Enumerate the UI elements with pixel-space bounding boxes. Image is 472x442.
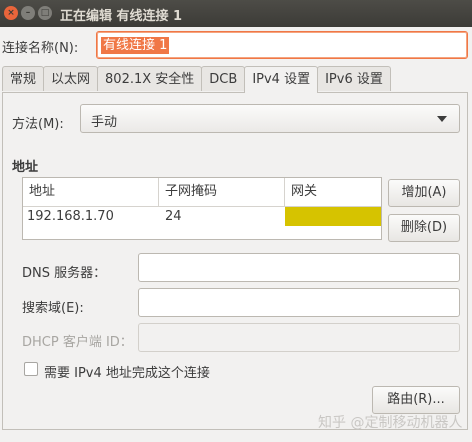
window-title: 正在编辑 有线连接 1 — [60, 9, 183, 24]
minimize-icon[interactable]: – — [21, 6, 35, 20]
window-titlebar: × – □ 正在编辑 有线连接 1 — [0, 0, 472, 27]
dhcp-client-id-input — [138, 323, 460, 352]
address-heading: 地址 — [12, 160, 39, 175]
delete-address-button[interactable]: 删除(D) — [388, 214, 460, 242]
maximize-icon[interactable]: □ — [38, 6, 52, 20]
cell-netmask[interactable]: 24 — [161, 207, 285, 226]
tab-8021x-security[interactable]: 802.1X 安全性 — [97, 66, 203, 91]
column-header-gateway[interactable]: 网关 — [285, 178, 381, 206]
tab-general[interactable]: 常规 — [2, 66, 45, 91]
address-table-header: 地址 子网掩码 网关 — [23, 178, 381, 207]
routes-button[interactable]: 路由(R)... — [372, 386, 460, 414]
connection-name-label: 连接名称(N): — [2, 41, 79, 56]
column-header-netmask[interactable]: 子网掩码 — [159, 178, 285, 206]
dns-servers-label: DNS 服务器： — [22, 266, 107, 281]
search-domains-input[interactable] — [138, 288, 460, 317]
require-ipv4-label[interactable]: 需要 IPv4 地址完成这个连接 — [44, 362, 210, 381]
add-address-button[interactable]: 增加(A) — [388, 179, 460, 207]
tab-ipv6-settings[interactable]: IPv6 设置 — [317, 66, 391, 91]
cell-gateway-editing[interactable] — [285, 207, 381, 226]
chevron-down-icon — [437, 116, 447, 122]
address-table: 地址 子网掩码 网关 192.168.1.70 24 — [22, 177, 382, 240]
method-value: 手动 — [91, 115, 118, 130]
connection-name-value: 有线连接 1 — [101, 37, 170, 54]
dhcp-client-id-label: DHCP 客户端 ID： — [22, 335, 133, 350]
settings-tabs: 常规 以太网 802.1X 安全性 DCB IPv4 设置 IPv6 设置 — [2, 66, 391, 93]
tab-ethernet[interactable]: 以太网 — [43, 66, 99, 91]
tab-ipv4-settings[interactable]: IPv4 设置 — [244, 66, 319, 93]
require-ipv4-checkbox[interactable] — [24, 362, 38, 376]
search-domains-label: 搜索域(E): — [22, 301, 84, 316]
dns-servers-input[interactable] — [138, 253, 460, 282]
column-header-address[interactable]: 地址 — [23, 178, 159, 206]
close-icon[interactable]: × — [4, 6, 18, 20]
cell-address[interactable]: 192.168.1.70 — [23, 207, 163, 226]
table-row[interactable]: 192.168.1.70 24 — [23, 207, 381, 226]
watermark-text: 知乎 @定制移动机器人 — [318, 415, 463, 431]
method-dropdown[interactable]: 手动 — [80, 104, 460, 133]
connection-name-input[interactable]: 有线连接 1 — [96, 31, 468, 59]
method-label: 方法(M): — [12, 117, 64, 132]
tab-dcb[interactable]: DCB — [201, 66, 246, 91]
